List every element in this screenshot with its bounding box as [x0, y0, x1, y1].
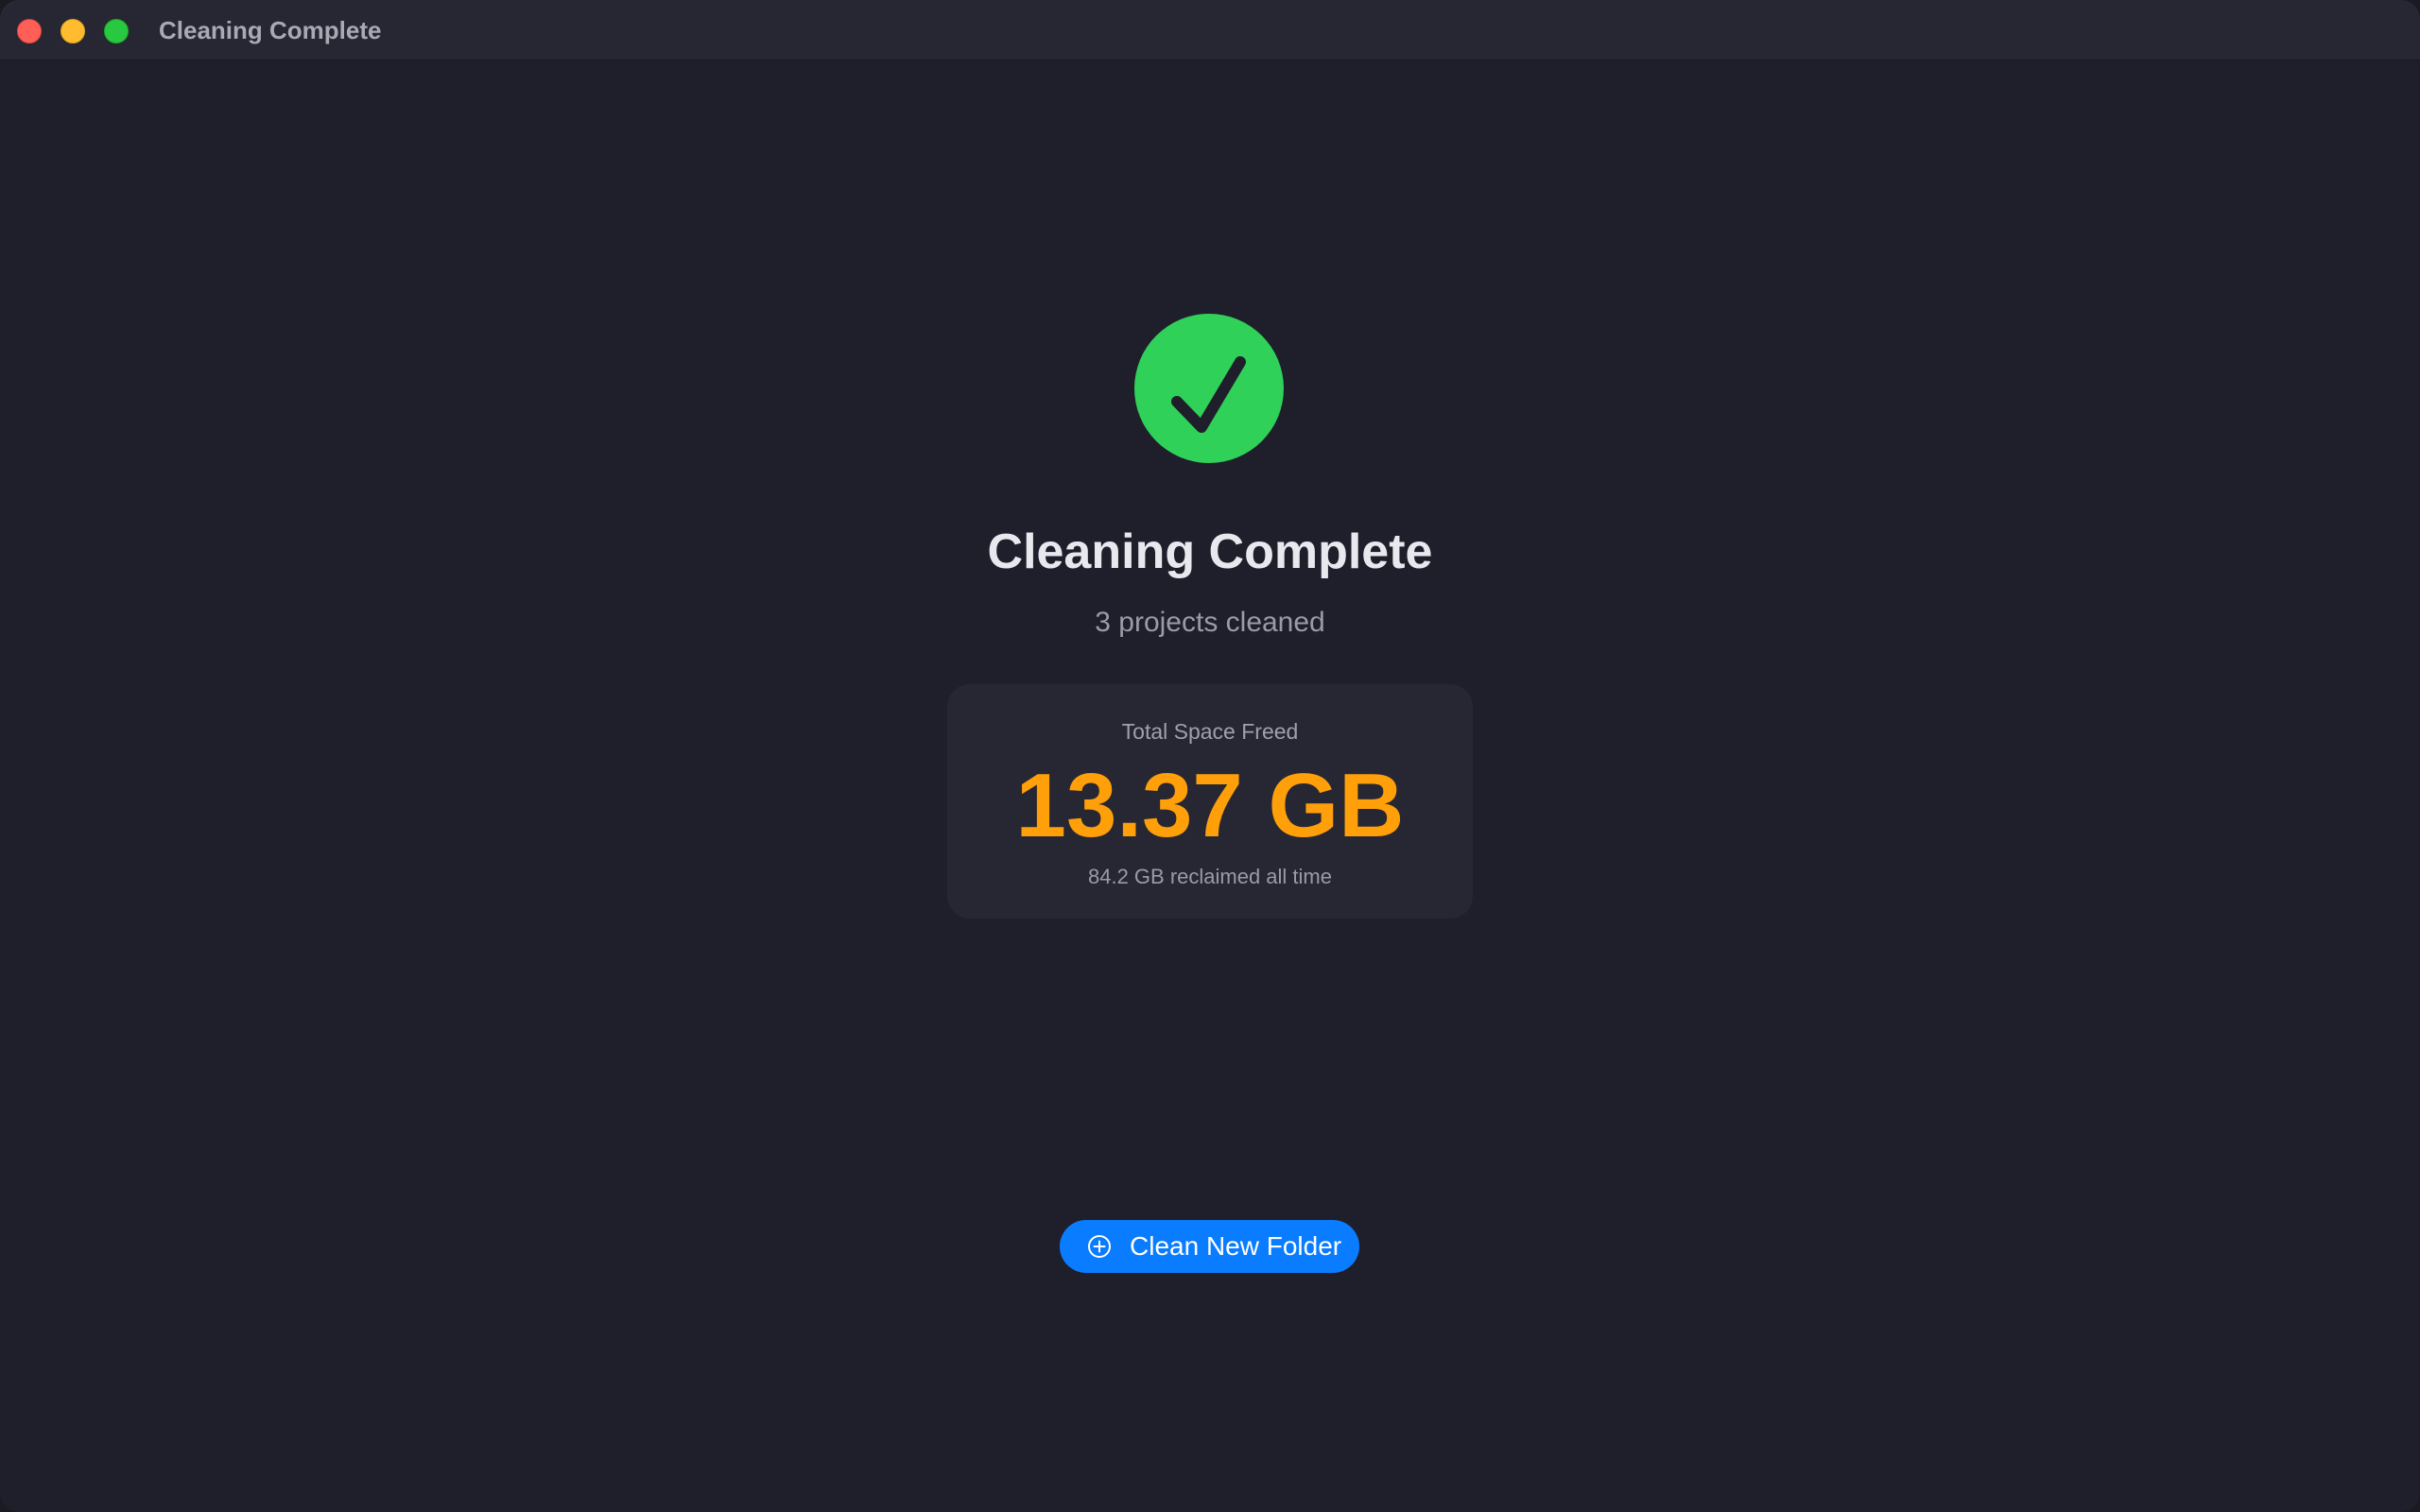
checkmark-circle-icon	[1134, 314, 1284, 463]
title-bar: Cleaning Complete	[0, 0, 2420, 60]
close-window-button[interactable]	[17, 19, 42, 43]
space-freed-label: Total Space Freed	[1121, 719, 1299, 744]
main-content: Cleaning Complete 3 projects cleaned Tot…	[0, 60, 2420, 1512]
all-time-reclaimed-text: 84.2 GB reclaimed all time	[1088, 865, 1332, 888]
app-window: Cleaning Complete Cleaning Complete 3 pr…	[0, 0, 2420, 1512]
zoom-window-button[interactable]	[104, 19, 129, 43]
clean-new-folder-button[interactable]: Clean New Folder	[1060, 1220, 1359, 1273]
plus-circle-icon	[1087, 1234, 1112, 1259]
space-freed-value: 13.37 GB	[1015, 755, 1405, 856]
space-freed-card: Total Space Freed 13.37 GB 84.2 GB recla…	[947, 684, 1473, 919]
minimize-window-button[interactable]	[60, 19, 85, 43]
clean-new-folder-label: Clean New Folder	[1130, 1231, 1342, 1261]
page-title: Cleaning Complete	[987, 524, 1433, 579]
projects-cleaned-subtitle: 3 projects cleaned	[1095, 607, 1325, 638]
window-title: Cleaning Complete	[159, 16, 382, 44]
